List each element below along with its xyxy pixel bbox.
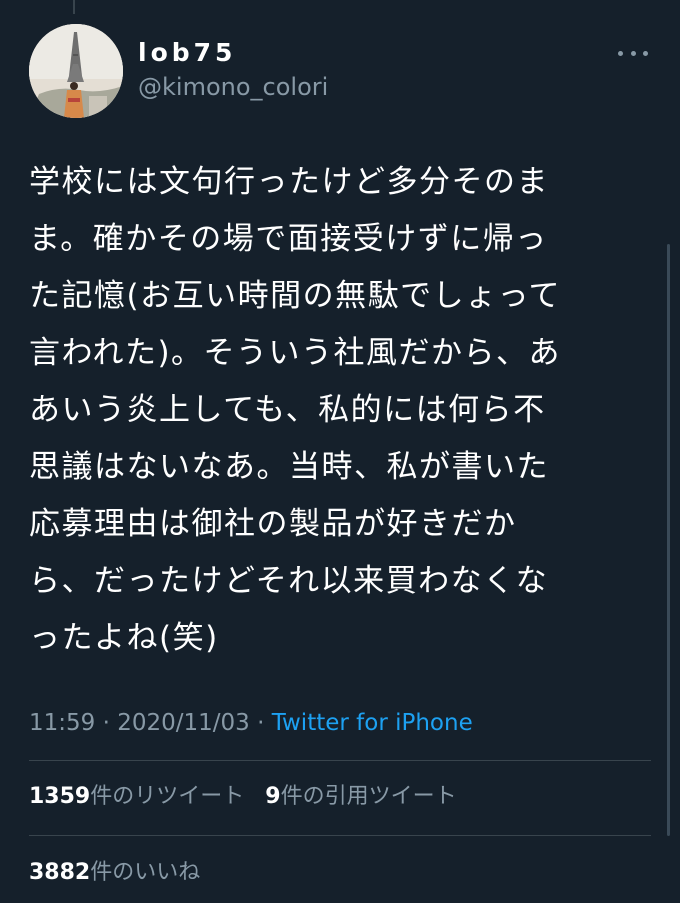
quotes-count: 9 bbox=[265, 784, 281, 809]
retweets-label: 件のリツイート bbox=[90, 784, 245, 809]
tweet-metadata: 11:59 · 2020/11/03 · Twitter for iPhone bbox=[29, 706, 473, 740]
tweet-text-line: 言われた)。そういう社風だから、あ bbox=[29, 335, 562, 371]
tweet-text-line: ったよね(笑) bbox=[29, 620, 219, 656]
more-options-button[interactable] bbox=[618, 44, 648, 62]
divider bbox=[29, 760, 651, 761]
more-horizontal-icon bbox=[618, 50, 623, 56]
tweet-text: 学校には文句行ったけど多分そのま ま。確かその場で面接受けずに帰っ た記憶(お互… bbox=[29, 154, 647, 667]
meta-separator: · bbox=[95, 710, 118, 736]
likes-stat[interactable]: 3882件のいいね bbox=[29, 856, 200, 890]
likes-count: 3882 bbox=[29, 860, 91, 885]
tweet-text-line: あいう炎上しても、私的には何ら不 bbox=[29, 392, 546, 428]
likes-stats-row: 3882件のいいね bbox=[29, 856, 200, 890]
tweet-text-line: ま。確かその場で面接受けずに帰っ bbox=[29, 221, 548, 257]
user-handle[interactable]: @kimono_colori bbox=[138, 72, 328, 102]
more-horizontal-icon-dot bbox=[643, 50, 648, 56]
author-info[interactable]: lob75 @kimono_colori bbox=[138, 38, 328, 102]
avatar[interactable] bbox=[29, 24, 123, 118]
more-horizontal-icon-dot bbox=[630, 50, 636, 56]
meta-separator: · bbox=[249, 710, 272, 736]
thread-connector-line bbox=[73, 0, 75, 14]
scrollbar[interactable] bbox=[667, 244, 670, 836]
divider bbox=[29, 835, 651, 836]
tweet-text-line: 思議はないなあ。当時、私が書いた bbox=[29, 449, 549, 485]
likes-label: 件のいいね bbox=[90, 860, 201, 885]
tweet-text-line: 応募理由は御社の製品が好きだか bbox=[29, 506, 517, 542]
tweet-time[interactable]: 11:59 bbox=[29, 710, 95, 736]
tweet-text-line: 学校には文句行ったけど多分そのま bbox=[29, 164, 549, 200]
quotes-label: 件の引用ツイート bbox=[280, 784, 457, 809]
retweets-count: 1359 bbox=[29, 784, 91, 809]
avatar-image bbox=[29, 24, 123, 118]
tweet-text-line: ら、だったけどそれ以来買わなくな bbox=[29, 563, 549, 599]
quotes-stat[interactable]: 9件の引用ツイート bbox=[265, 780, 456, 814]
engagement-stats-row: 1359件のリツイート 9件の引用ツイート bbox=[29, 780, 457, 814]
tweet-header: lob75 @kimono_colori bbox=[29, 24, 654, 120]
tweet-text-line: た記憶(お互い時間の無駄でしょって bbox=[29, 278, 562, 314]
display-name[interactable]: lob75 bbox=[138, 38, 328, 68]
retweets-stat[interactable]: 1359件のリツイート bbox=[29, 780, 244, 814]
tweet-date[interactable]: 2020/11/03 bbox=[117, 710, 250, 736]
tweet-source-link[interactable]: Twitter for iPhone bbox=[272, 710, 473, 736]
